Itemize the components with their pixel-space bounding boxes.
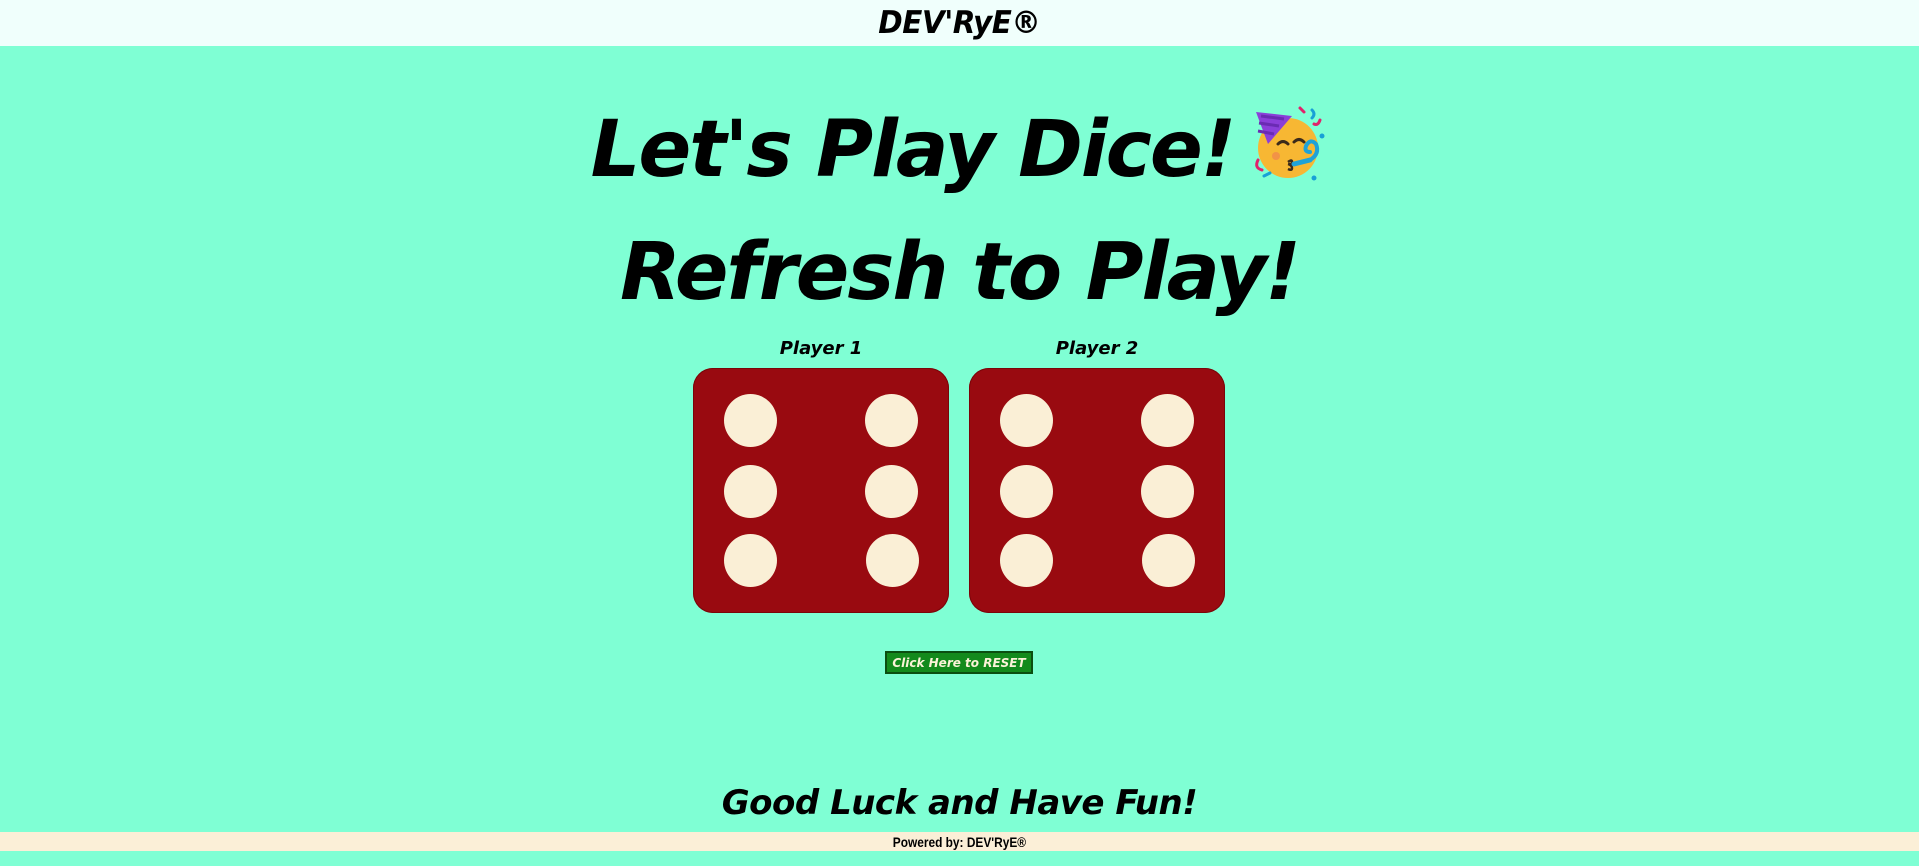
die-pip — [1000, 394, 1053, 447]
die-pip — [1142, 534, 1195, 587]
die-pip — [1000, 465, 1053, 518]
powered-by-text: Powered by: DEV'RyE® — [892, 833, 1027, 850]
die-pip — [1141, 465, 1194, 518]
page-title: Let's Play Dice! — [0, 104, 1919, 195]
die-pip — [1000, 534, 1053, 587]
player-2-label: Player 2 — [1055, 338, 1139, 359]
player-2-die — [969, 368, 1225, 613]
page-subtitle: Refresh to Play! — [619, 226, 1301, 318]
die-pip — [865, 394, 918, 447]
die-pip — [724, 465, 777, 518]
die-pip — [866, 534, 919, 587]
player-1-die — [693, 368, 949, 613]
footer: Powered by: DEV'RyE® — [0, 832, 1919, 851]
die-pip — [724, 534, 777, 587]
closing-message: Good Luck and Have Fun! — [721, 783, 1198, 823]
die-pip — [1141, 394, 1194, 447]
reset-button[interactable]: Click Here to RESET — [885, 651, 1033, 674]
die-pip — [724, 394, 777, 447]
brand-logo: DEV'RyE® — [878, 5, 1041, 41]
player-1-label: Player 1 — [779, 338, 863, 359]
partying-face-icon — [1255, 106, 1325, 181]
die-pip — [865, 465, 918, 518]
page-title-text: Let's Play Dice! — [590, 105, 1237, 195]
top-bar: DEV'RyE® — [0, 0, 1919, 46]
